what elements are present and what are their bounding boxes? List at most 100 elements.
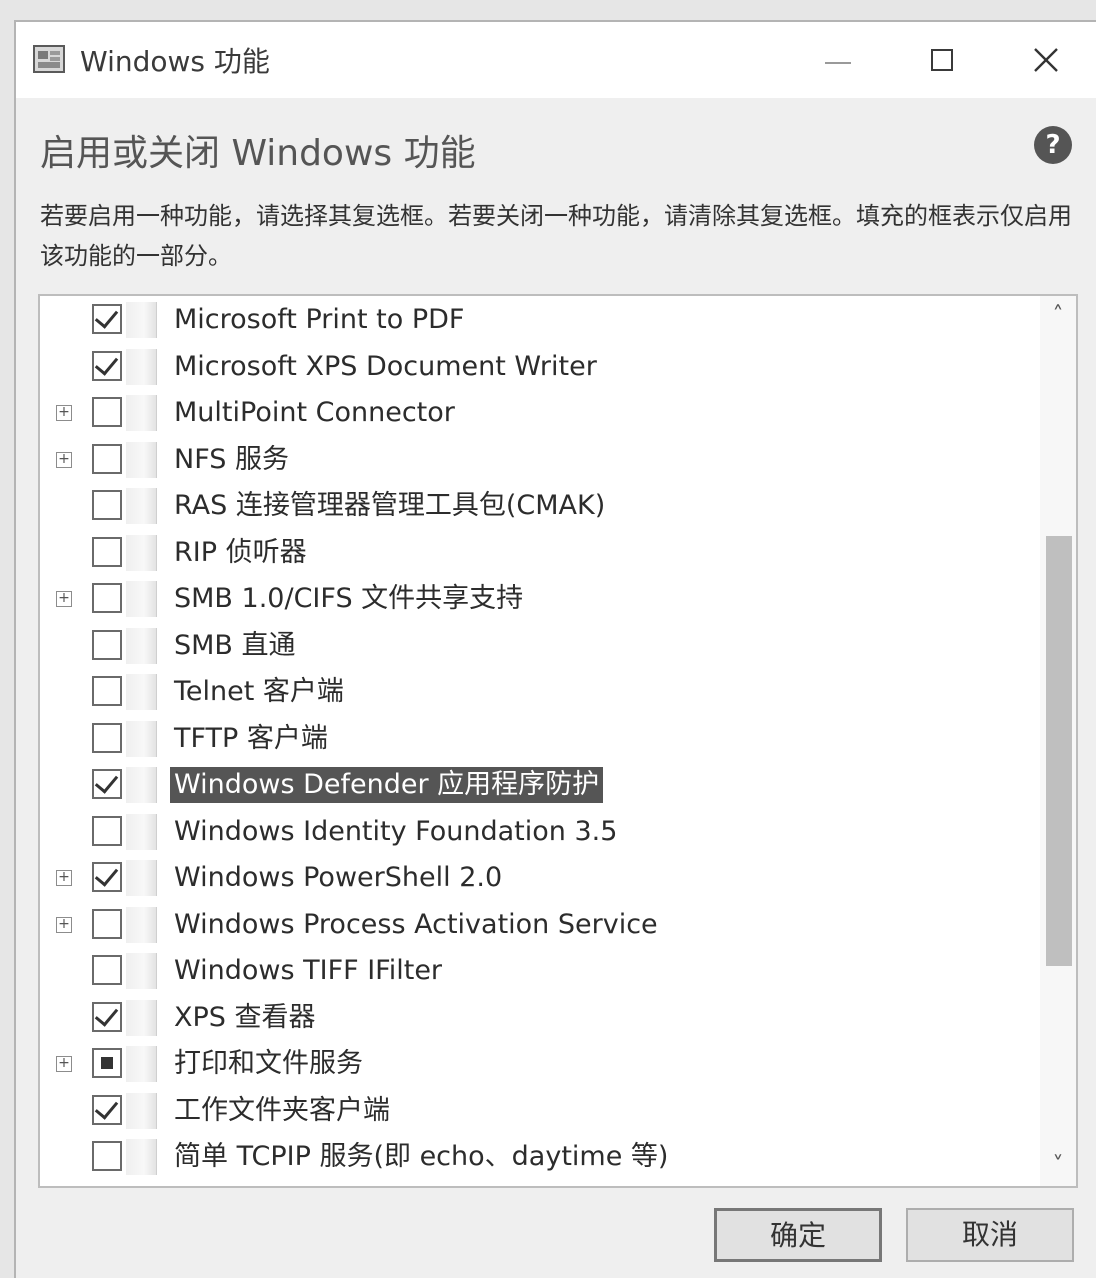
feature-label: XPS 查看器	[174, 1001, 316, 1033]
expand-icon[interactable]: +	[56, 916, 72, 933]
feature-row[interactable]: RAS 连接管理器管理工具包(CMAK)	[40, 484, 1040, 530]
feature-checkbox[interactable]	[92, 490, 122, 520]
folder-icon	[126, 348, 157, 385]
scroll-down-icon[interactable]: ˅	[1040, 1146, 1076, 1186]
close-button[interactable]	[996, 22, 1096, 98]
feature-label: MultiPoint Connector	[174, 397, 455, 428]
feature-row[interactable]: + Windows Process Activation Service	[40, 903, 1040, 949]
folder-icon	[126, 441, 157, 478]
expand-icon[interactable]: +	[56, 451, 72, 468]
folder-icon	[126, 1092, 157, 1129]
minimize-button[interactable]	[788, 22, 888, 98]
feature-label: Windows TIFF IFilter	[174, 955, 443, 986]
maximize-button[interactable]	[892, 22, 992, 98]
feature-label: Windows PowerShell 2.0	[174, 862, 503, 893]
maximize-icon	[931, 49, 953, 71]
feature-checkbox[interactable]	[92, 629, 122, 660]
feature-checkbox[interactable]	[92, 769, 122, 799]
ok-button[interactable]: 确定	[714, 1208, 882, 1262]
feature-label: RAS 连接管理器管理工具包(CMAK)	[174, 490, 606, 521]
feature-checkbox[interactable]	[92, 1141, 122, 1171]
close-icon	[1034, 48, 1058, 72]
feature-row[interactable]: + SMB 1.0/CIFS 文件共享支持	[40, 577, 1040, 623]
feature-row[interactable]: RIP 侦听器	[40, 531, 1040, 577]
features-tree[interactable]: Microsoft Print to PDF Microsoft XPS Docu…	[38, 294, 1078, 1188]
checkmark-icon	[94, 350, 119, 376]
feature-checkbox[interactable]	[92, 1001, 122, 1032]
feature-row[interactable]: + 打印和文件服务	[40, 1042, 1040, 1088]
folder-icon	[126, 999, 157, 1036]
folder-icon	[126, 627, 157, 664]
feature-row[interactable]: Windows TIFF IFilter	[40, 949, 1040, 995]
feature-label: Telnet 客户端	[174, 676, 344, 707]
checkmark-icon	[94, 769, 119, 794]
feature-checkbox[interactable]	[92, 443, 122, 474]
feature-row[interactable]: Windows Identity Foundation 3.5	[40, 810, 1040, 856]
feature-label: SMB 直通	[174, 629, 296, 661]
feature-label: 工作文件夹客户端	[174, 1094, 390, 1126]
feature-row[interactable]: + Windows PowerShell 2.0	[40, 856, 1040, 902]
feature-row[interactable]: TFTP 客户端	[40, 717, 1040, 763]
feature-row[interactable]: Microsoft XPS Document Writer	[40, 345, 1040, 391]
minimize-icon	[825, 62, 851, 64]
control-panel-icon	[33, 45, 65, 73]
feature-label: 简单 TCPIP 服务(即 echo、daytime 等)	[174, 1141, 669, 1172]
folder-icon	[126, 720, 157, 757]
feature-checkbox[interactable]	[92, 397, 122, 427]
feature-row[interactable]: 简单 TCPIP 服务(即 echo、daytime 等)	[40, 1135, 1040, 1181]
feature-row[interactable]: 工作文件夹客户端	[40, 1089, 1040, 1135]
feature-label: 打印和文件服务	[174, 1048, 363, 1079]
feature-row[interactable]: Windows Defender 应用程序防护	[40, 763, 1040, 809]
feature-checkbox[interactable]	[92, 536, 122, 567]
feature-checkbox[interactable]	[92, 1048, 122, 1078]
checkmark-icon	[94, 1094, 119, 1120]
folder-icon	[126, 767, 157, 803]
folder-icon	[126, 534, 157, 571]
window-title: Windows 功能	[80, 45, 270, 78]
folder-icon	[126, 1139, 157, 1175]
folder-icon	[126, 1046, 157, 1082]
feature-row[interactable]: SMB 直通	[40, 624, 1040, 670]
feature-checkbox[interactable]	[92, 815, 122, 846]
feature-row[interactable]: XPS 查看器	[40, 996, 1040, 1042]
feature-checkbox[interactable]	[92, 676, 122, 706]
feature-row[interactable]: + MultiPoint Connector	[40, 391, 1040, 437]
expand-icon[interactable]: +	[56, 870, 72, 886]
scroll-thumb[interactable]	[1046, 536, 1072, 966]
folder-icon	[126, 674, 157, 710]
feature-row[interactable]: Telnet 客户端	[40, 670, 1040, 716]
help-icon[interactable]: ?	[1034, 126, 1072, 164]
feature-checkbox[interactable]	[92, 1094, 122, 1125]
folder-icon	[126, 953, 157, 989]
description-text: 若要启用一种功能，请选择其复选框。若要关闭一种功能，请清除其复选框。填充的框表示…	[40, 202, 1072, 270]
feature-label: Microsoft Print to PDF	[174, 304, 465, 335]
windows-features-dialog: Windows 功能 启用或关闭 Windows 功能 ? 若要启用一种功能，请…	[14, 20, 1096, 1278]
checkmark-icon	[94, 304, 119, 329]
feature-label: SMB 1.0/CIFS 文件共享支持	[174, 583, 524, 614]
feature-checkbox[interactable]	[92, 908, 122, 939]
folder-icon	[126, 488, 157, 524]
folder-icon	[126, 395, 157, 431]
feature-checkbox[interactable]	[92, 583, 122, 613]
scroll-up-icon[interactable]: ˄	[1040, 296, 1076, 336]
feature-row[interactable]: Microsoft Print to PDF	[40, 298, 1040, 344]
cancel-button[interactable]: 取消	[906, 1208, 1074, 1262]
feature-checkbox[interactable]	[92, 862, 122, 892]
feature-checkbox[interactable]	[92, 350, 122, 381]
folder-icon	[126, 302, 157, 338]
checkmark-icon	[94, 862, 119, 887]
folder-icon	[126, 860, 157, 896]
vertical-scrollbar[interactable]: ˄ ˅	[1040, 296, 1076, 1186]
checkmark-icon	[94, 1001, 119, 1027]
folder-icon	[126, 813, 157, 850]
feature-label: NFS 服务	[174, 443, 289, 475]
feature-checkbox[interactable]	[92, 722, 122, 753]
feature-checkbox[interactable]	[92, 304, 122, 334]
feature-checkbox[interactable]	[92, 955, 122, 985]
feature-label: RIP 侦听器	[174, 536, 307, 568]
feature-row[interactable]: + NFS 服务	[40, 438, 1040, 484]
expand-icon[interactable]: +	[56, 1056, 72, 1072]
expand-icon[interactable]: +	[56, 405, 72, 421]
expand-icon[interactable]: +	[56, 591, 72, 607]
feature-label: Windows Process Activation Service	[174, 908, 658, 940]
